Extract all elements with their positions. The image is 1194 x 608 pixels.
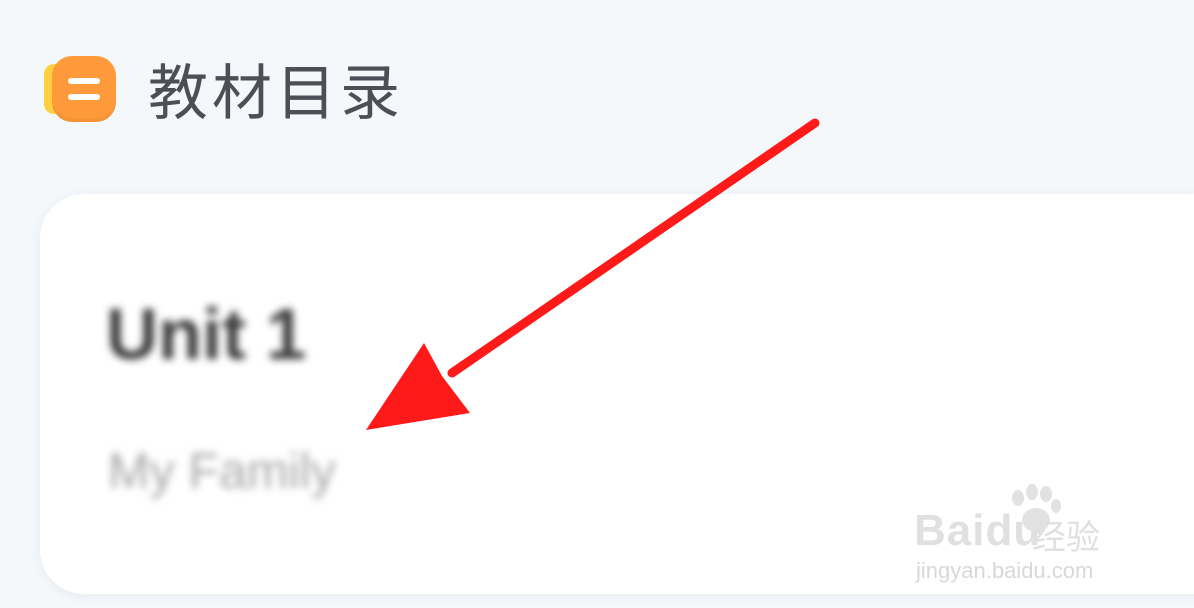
unit-title: Unit 1 [106, 295, 307, 375]
page: 教材目录 Unit 1 My Family Baidu 经验 jingyan.b… [0, 0, 1194, 608]
section-title: 教材目录 [148, 58, 404, 129]
book-icon-line [68, 94, 100, 100]
book-icon-line [68, 78, 100, 84]
watermark-url: jingyan.baidu.com [916, 558, 1094, 583]
book-icon-cover [52, 56, 116, 122]
unit-subtitle: My Family [108, 443, 336, 499]
book-icon [40, 48, 120, 128]
section-header: 教材目录 [40, 44, 404, 132]
baidu-watermark: Baidu 经验 jingyan.baidu.com [914, 484, 1144, 594]
watermark-suffix: 经验 [1032, 518, 1100, 558]
